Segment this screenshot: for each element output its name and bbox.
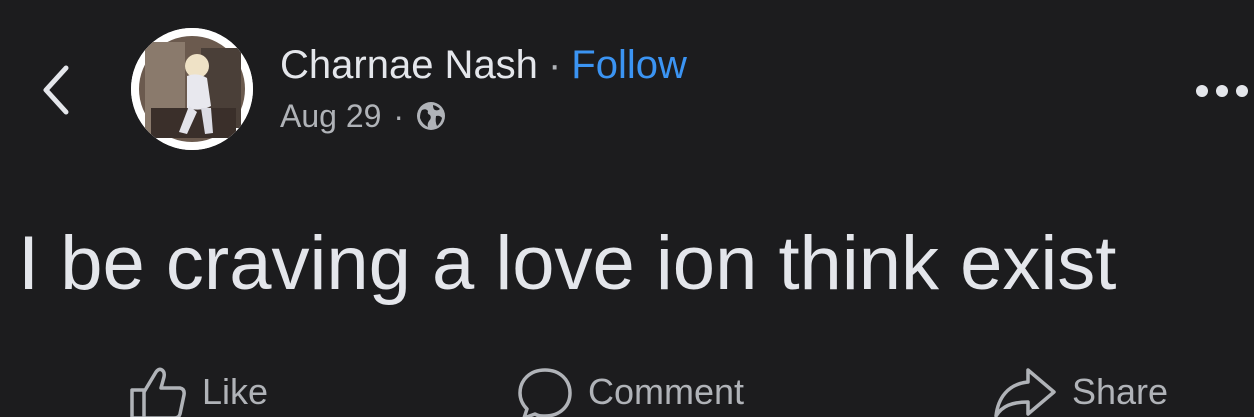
author-name[interactable]: Charnae Nash <box>280 40 538 90</box>
post-body-text: I be craving a love ion think exist <box>18 221 1117 306</box>
post-header: Charnae Nash · Follow Aug 29 · <box>280 40 687 136</box>
avatar-photo <box>131 28 253 150</box>
name-separator: · <box>547 43 562 87</box>
more-horizontal-icon <box>1216 85 1228 97</box>
globe-icon <box>417 102 446 130</box>
more-horizontal-icon <box>1236 85 1248 97</box>
like-button[interactable]: Like <box>128 364 268 417</box>
more-options-button[interactable] <box>1196 74 1254 108</box>
back-button[interactable] <box>28 58 84 122</box>
share-label: Share <box>1072 371 1169 412</box>
chevron-left-icon <box>43 65 69 115</box>
comment-button[interactable]: Comment <box>516 364 744 417</box>
comment-label: Comment <box>588 371 745 412</box>
share-arrow-icon <box>994 368 1056 417</box>
like-label: Like <box>202 371 269 412</box>
share-button[interactable]: Share <box>992 364 1168 417</box>
meta-separator: · <box>393 98 405 134</box>
post-meta: Aug 29 · <box>280 96 687 136</box>
avatar[interactable] <box>131 28 253 150</box>
post-view: Charnae Nash · Follow Aug 29 · I be crav… <box>0 0 1254 417</box>
thumbs-up-icon <box>130 367 186 417</box>
action-bar: Like Comment Share <box>0 364 1254 417</box>
post-date[interactable]: Aug 29 <box>280 96 381 136</box>
author-line: Charnae Nash · Follow <box>280 40 687 90</box>
more-horizontal-icon <box>1196 85 1208 97</box>
comment-bubble-icon <box>518 368 572 417</box>
follow-button[interactable]: Follow <box>571 40 687 90</box>
